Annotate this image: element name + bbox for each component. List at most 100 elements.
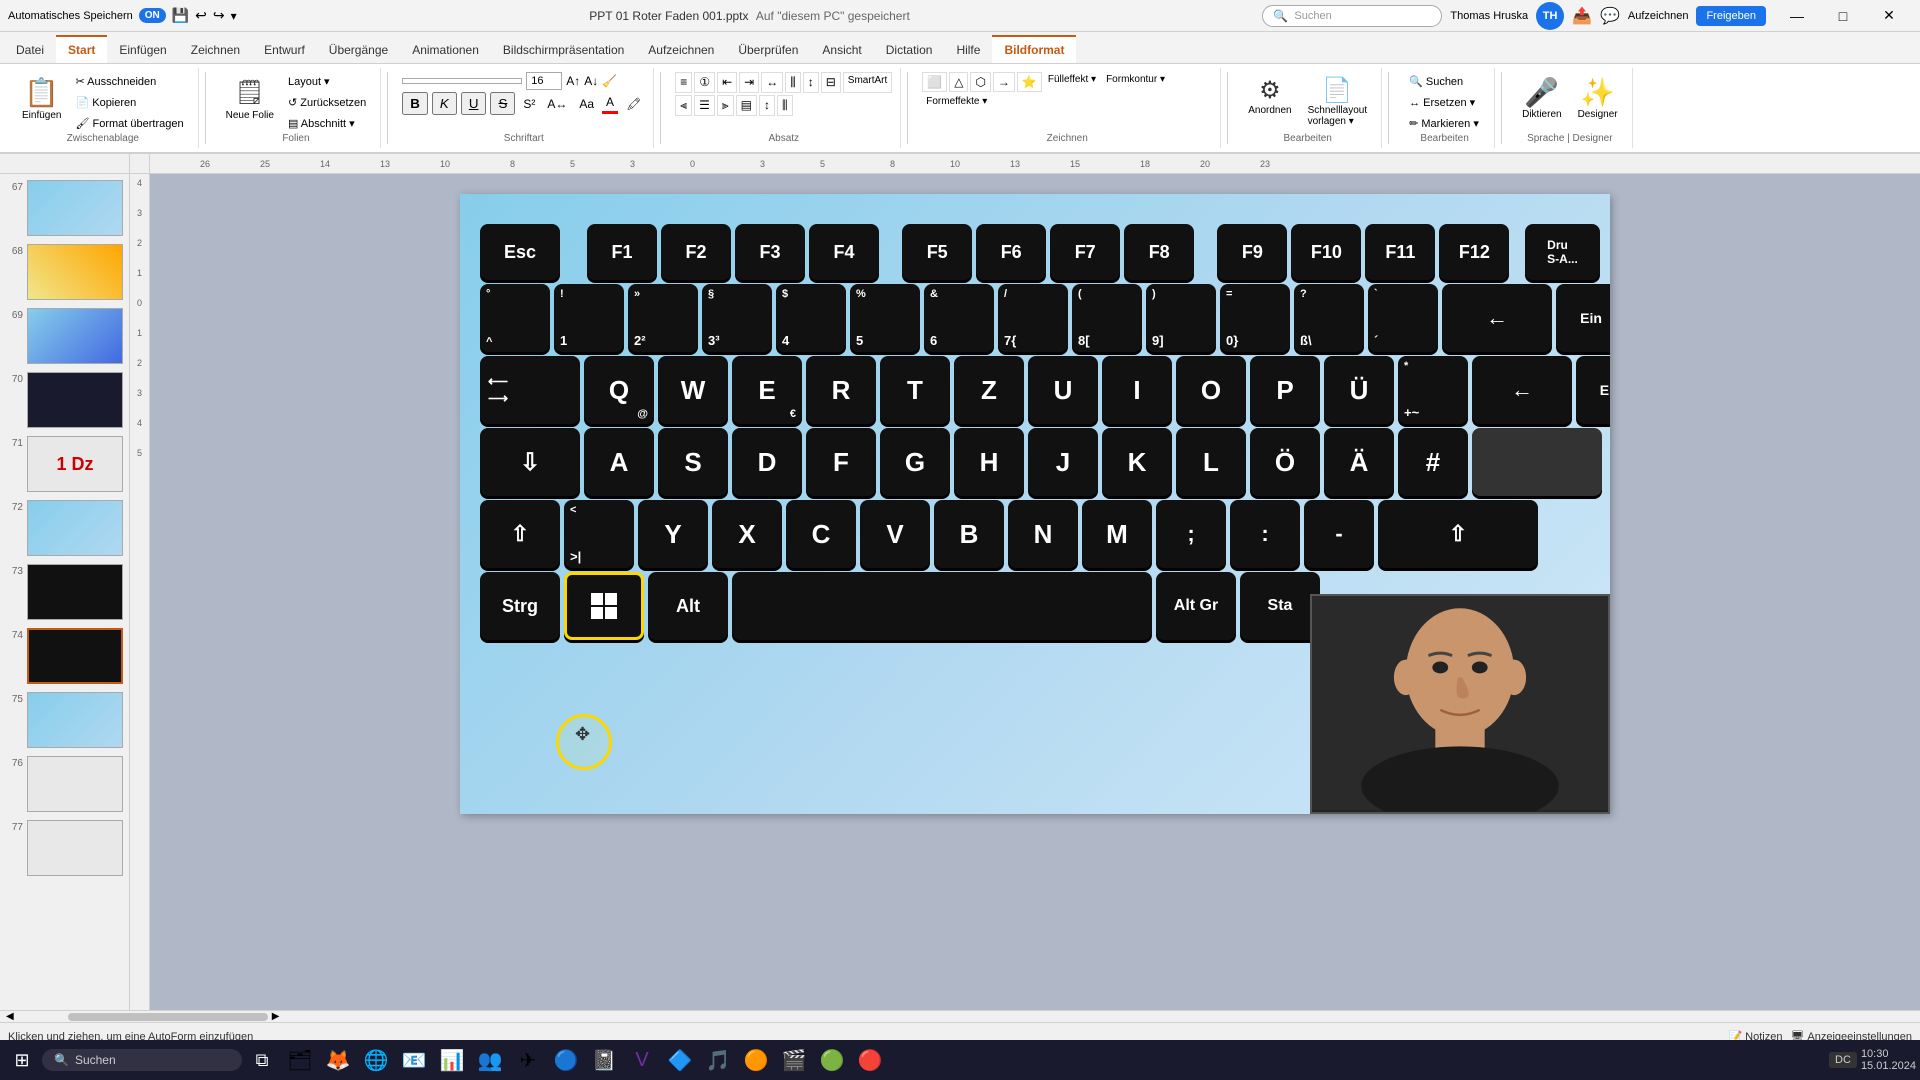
clear-format-icon[interactable]: 🧹: [602, 74, 617, 88]
fuelleffekt-btn[interactable]: Fülleffekt ▾: [1044, 72, 1100, 92]
shape-5[interactable]: ⭐: [1017, 72, 1042, 92]
shape-4[interactable]: →: [993, 72, 1015, 92]
align-justify-btn[interactable]: ▤: [736, 95, 757, 116]
slide-thumb-68[interactable]: 68: [4, 242, 125, 302]
current-slide[interactable]: Esc F1 F2 F3 F4 F5 F6 F7 F8 F9 F10: [460, 194, 1610, 814]
underline-btn[interactable]: U: [461, 92, 487, 115]
tab-bildschirmpraesentation[interactable]: Bildschirmpräsentation: [491, 37, 636, 63]
scroll-right-btn[interactable]: ▶: [268, 1011, 284, 1022]
align-right-btn[interactable]: ⫸: [717, 95, 734, 116]
quick-access-redo[interactable]: ↪: [213, 7, 225, 24]
slide-thumb-70[interactable]: 70: [4, 370, 125, 430]
maximize-button[interactable]: □: [1820, 0, 1866, 32]
font-shrink-icon[interactable]: A↓: [584, 74, 598, 88]
taskbar-app2[interactable]: 🔷: [662, 1042, 698, 1078]
taskbar-outlook[interactable]: 📧: [396, 1042, 432, 1078]
taskbar-onenote[interactable]: 📓: [586, 1042, 622, 1078]
tab-datei[interactable]: Datei: [4, 37, 56, 63]
tab-einfuegen[interactable]: Einfügen: [107, 37, 178, 63]
search-bar[interactable]: 🔍 Suchen: [1262, 5, 1442, 27]
shadow-btn[interactable]: S²: [519, 95, 539, 113]
tab-ueberpruefen[interactable]: Überprüfen: [726, 37, 810, 63]
diktieren-btn[interactable]: 🎤 Diktieren: [1516, 72, 1567, 124]
autosave-toggle[interactable]: ON: [139, 8, 166, 23]
strikethrough-btn[interactable]: S: [490, 92, 515, 115]
taskbar-app3[interactable]: 🎵: [700, 1042, 736, 1078]
suchen-btn[interactable]: 🔍 Suchen: [1403, 72, 1485, 91]
scrollbar-thumb[interactable]: [68, 1013, 268, 1021]
shape-3[interactable]: ⬡: [970, 72, 990, 92]
abschnitt-btn[interactable]: ▤ Abschnitt ▾: [282, 114, 372, 133]
font-size-selector[interactable]: 16: [526, 72, 562, 90]
tab-dictation[interactable]: Dictation: [874, 37, 945, 63]
shape-1[interactable]: ⬜: [922, 72, 947, 92]
slide-thumb-72[interactable]: 72: [4, 498, 125, 558]
tab-aufzeichnen[interactable]: Aufzeichnen: [636, 37, 726, 63]
slide-thumb-76[interactable]: 76: [4, 754, 125, 814]
tab-zeichnen[interactable]: Zeichnen: [179, 37, 252, 63]
tab-ansicht[interactable]: Ansicht: [810, 37, 873, 63]
slide-thumb-75[interactable]: 75: [4, 690, 125, 750]
taskbar-telegram[interactable]: ✈: [510, 1042, 546, 1078]
neue-folie-button[interactable]: 🗒 Neue Folie: [220, 72, 280, 125]
slide-thumb-73[interactable]: 73: [4, 562, 125, 622]
textrichtung-btn[interactable]: ↕: [803, 72, 819, 93]
layout-btn[interactable]: Layout ▾: [282, 72, 372, 91]
schnellvorlagen-btn[interactable]: 📄 Schnelllayoutvorlagen ▾: [1302, 72, 1373, 131]
slide-thumb-67[interactable]: 67: [4, 178, 125, 238]
taskbar-app5[interactable]: 🎬: [776, 1042, 812, 1078]
textcase-btn[interactable]: Aa: [575, 95, 598, 113]
h-scrollbar[interactable]: ◀ ▶: [0, 1010, 1920, 1022]
bold-btn[interactable]: B: [402, 92, 428, 115]
einfuegen-button[interactable]: 📋 Einfügen: [16, 72, 67, 125]
textausrichten-btn[interactable]: ⊟: [821, 72, 841, 93]
taskbar-app6[interactable]: 🟢: [814, 1042, 850, 1078]
zuruecksetzen-btn[interactable]: ↺ Zurücksetzen: [282, 93, 372, 112]
tab-start[interactable]: Start: [56, 35, 107, 63]
taskbar-firefox[interactable]: 🦊: [320, 1042, 356, 1078]
taskbar-teams[interactable]: 👥: [472, 1042, 508, 1078]
cols2-btn[interactable]: ⫼: [777, 95, 793, 116]
scroll-left-btn[interactable]: ◀: [2, 1011, 18, 1022]
textdir-btn[interactable]: ↔: [761, 72, 783, 93]
present-btn[interactable]: Aufzeichnen: [1628, 10, 1689, 22]
list-num-btn[interactable]: ①: [694, 72, 715, 93]
ersetzen-btn[interactable]: ↔ Ersetzen ▾: [1403, 93, 1485, 112]
tab-uebergaenge[interactable]: Übergänge: [317, 37, 400, 63]
charspacing-btn[interactable]: A↔: [543, 95, 571, 113]
list-bullet-btn[interactable]: ≡: [675, 72, 692, 93]
tab-bildformat[interactable]: Bildformat: [992, 35, 1076, 63]
indent-less-btn[interactable]: ⇤: [717, 72, 737, 93]
indent-more-btn[interactable]: ⇥: [739, 72, 759, 93]
minimize-button[interactable]: —: [1774, 0, 1820, 32]
smartart-btn[interactable]: SmartArt: [843, 72, 892, 93]
freigeben-btn[interactable]: Freigeben: [1696, 6, 1766, 26]
taskbar-app1[interactable]: 🔵: [548, 1042, 584, 1078]
font-grow-icon[interactable]: A↑: [566, 74, 580, 88]
quick-access-more[interactable]: ▾: [231, 9, 237, 23]
taskbar-search[interactable]: 🔍 Suchen: [42, 1049, 242, 1071]
formeffekte-btn[interactable]: Formeffekte ▾: [922, 94, 991, 109]
slide-canvas[interactable]: Esc F1 F2 F3 F4 F5 F6 F7 F8 F9 F10: [150, 174, 1920, 1010]
taskbar-app7[interactable]: 🔴: [852, 1042, 888, 1078]
tab-entwurf[interactable]: Entwurf: [252, 37, 317, 63]
linespacing-btn[interactable]: ↕: [759, 95, 775, 116]
ausschneiden-btn[interactable]: ✂ Ausschneiden: [69, 72, 189, 91]
kopieren-btn[interactable]: 📄 Kopieren: [69, 93, 189, 112]
font-name-selector[interactable]: [402, 78, 522, 84]
close-button[interactable]: ✕: [1866, 0, 1912, 32]
designer-btn[interactable]: ✨ Designer: [1572, 72, 1624, 124]
slide-thumb-69[interactable]: 69: [4, 306, 125, 366]
quick-access-save[interactable]: 💾: [172, 7, 189, 24]
taskbar-powerpoint[interactable]: 📊: [434, 1042, 470, 1078]
taskbar-visio[interactable]: V: [624, 1042, 660, 1078]
start-btn[interactable]: ⊞: [4, 1042, 40, 1078]
anordnen-btn[interactable]: ⚙ Anordnen: [1242, 72, 1297, 131]
formkontur-btn[interactable]: Formkontur ▾: [1102, 72, 1169, 92]
cols-btn[interactable]: ⫼: [785, 72, 801, 93]
share-icon[interactable]: 📤: [1572, 6, 1592, 26]
taskbar-chrome[interactable]: 🌐: [358, 1042, 394, 1078]
slide-thumb-74[interactable]: 74: [4, 626, 125, 686]
comments-icon[interactable]: 💬: [1600, 6, 1620, 26]
slide-thumb-71[interactable]: 71 1 Dz: [4, 434, 125, 494]
